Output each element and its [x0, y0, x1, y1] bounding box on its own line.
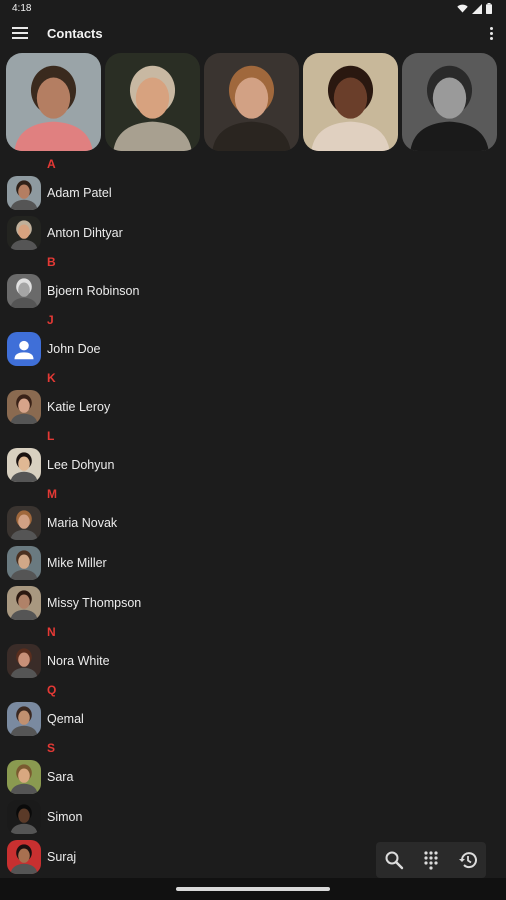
avatar [7, 274, 41, 308]
avatar [7, 644, 41, 678]
avatar [7, 800, 41, 834]
contact-name: Adam Patel [47, 186, 112, 200]
page-title: Contacts [47, 26, 103, 41]
avatar [7, 390, 41, 424]
contact-name: Simon [47, 810, 83, 824]
avatar [7, 760, 41, 794]
contact-list-item[interactable]: Adam Patel [0, 173, 506, 213]
favorite-contact-photo[interactable] [6, 53, 101, 151]
search-icon[interactable] [382, 848, 406, 872]
contact-list-item[interactable]: Bjoern Robinson [0, 271, 506, 311]
status-icons [457, 3, 492, 14]
wifi-icon [457, 4, 468, 13]
contact-name: Maria Novak [47, 516, 118, 530]
section-header-letter: N [47, 625, 56, 639]
contact-name: Missy Thompson [47, 596, 142, 610]
section-header-letter: K [47, 371, 56, 385]
contact-list-item[interactable]: Lee Dohyun [0, 445, 506, 485]
avatar [7, 840, 41, 874]
contact-list-item[interactable]: John Doe [0, 329, 506, 369]
contact-list-item[interactable]: Mike Miller [0, 543, 506, 583]
status-time: 4:18 [12, 3, 32, 14]
contact-list-item[interactable]: Anton Dihtyar [0, 213, 506, 253]
avatar [7, 216, 41, 250]
section-header-letter: M [47, 487, 57, 501]
contact-name: John Doe [47, 342, 101, 356]
favorite-contact-photo[interactable] [402, 53, 497, 151]
status-bar: 4:18 [0, 0, 506, 18]
contact-name: Bjoern Robinson [47, 284, 140, 298]
contact-list-item[interactable]: Qemal [0, 699, 506, 739]
avatar [7, 546, 41, 580]
contact-list: A Adam Patel Anton Dihtyar B Bjoern Robinson… [0, 155, 506, 877]
default-avatar-icon [7, 332, 41, 366]
contact-list-item[interactable]: Sara [0, 757, 506, 797]
avatar [7, 176, 41, 210]
avatar [7, 702, 41, 736]
contact-list-item[interactable]: Nora White [0, 641, 506, 681]
contact-list-item[interactable]: Simon [0, 797, 506, 837]
section-header-letter: S [47, 741, 56, 755]
favorites-row [6, 53, 497, 151]
section-header-letter: J [47, 313, 54, 327]
history-icon[interactable] [456, 848, 480, 872]
bottom-action-bar [376, 842, 486, 878]
favorite-contact-photo[interactable] [105, 53, 200, 151]
contact-name: Suraj [47, 850, 77, 864]
contact-name: Sara [47, 770, 74, 784]
avatar [7, 448, 41, 482]
contact-name: Qemal [47, 712, 84, 726]
contact-list-item[interactable]: Missy Thompson [0, 583, 506, 623]
dialpad-icon[interactable] [419, 848, 443, 872]
signal-icon [472, 3, 482, 14]
favorite-contact-photo[interactable] [303, 53, 398, 151]
section-header-letter: Q [47, 683, 57, 697]
contact-list-item[interactable]: Maria Novak [0, 503, 506, 543]
section-header-letter: B [47, 255, 56, 269]
contact-name: Mike Miller [47, 556, 107, 570]
app-bar: Contacts [0, 18, 506, 50]
overflow-menu-icon[interactable] [488, 27, 494, 41]
battery-icon [486, 3, 492, 14]
home-gesture-handle[interactable] [176, 887, 330, 891]
contact-name: Anton Dihtyar [47, 226, 123, 240]
favorite-contact-photo[interactable] [204, 53, 299, 151]
avatar [7, 506, 41, 540]
contact-list-item[interactable]: Katie Leroy [0, 387, 506, 427]
hamburger-menu-icon[interactable] [12, 27, 28, 41]
navigation-bar [0, 878, 506, 900]
contact-name: Katie Leroy [47, 400, 111, 414]
section-header-letter: L [47, 429, 55, 443]
section-header-letter: A [47, 157, 56, 171]
avatar [7, 586, 41, 620]
contact-name: Nora White [47, 654, 110, 668]
contact-name: Lee Dohyun [47, 458, 115, 472]
